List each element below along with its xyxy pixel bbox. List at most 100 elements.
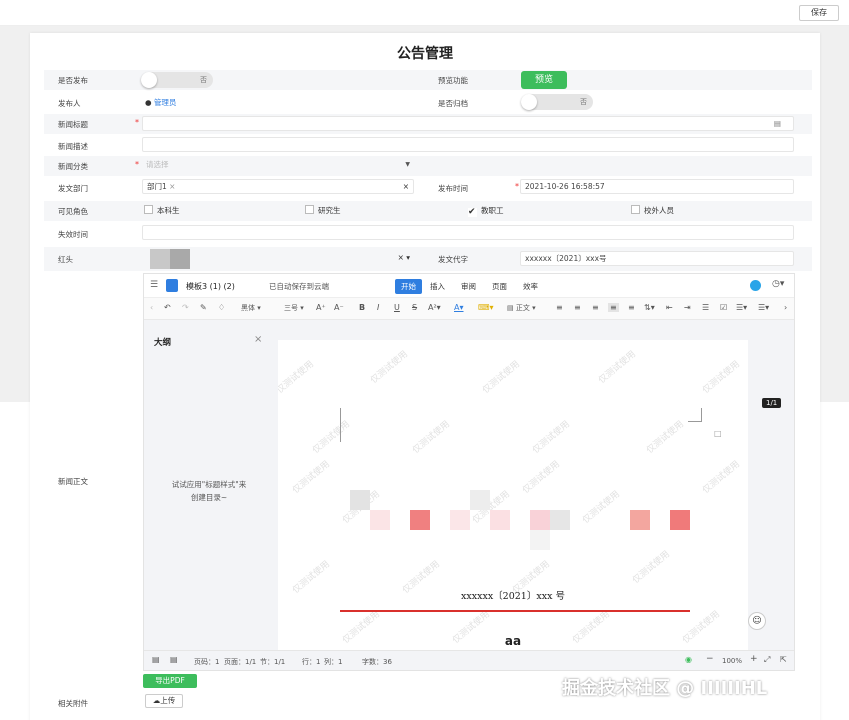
archive-toggle[interactable]: 否 [521,94,593,110]
superscript-icon[interactable]: A²▾ [428,303,441,312]
publish-label: 是否发布 [58,76,88,85]
font-grow-icon[interactable]: A⁺ [316,303,326,312]
scroll-right-icon[interactable]: › [784,303,787,312]
save-button[interactable]: 保存 [799,5,839,21]
assistant-avatar-icon[interactable]: ☺ [748,612,766,630]
news-title-input[interactable]: ▤ [142,116,794,131]
news-desc-label: 新闻描述 [58,142,88,151]
checkbox-box [631,205,640,214]
clear-chevron-icon[interactable]: × ▾ [398,251,410,264]
underline-icon[interactable]: U [394,303,400,312]
undo-icon[interactable]: ↶ [164,303,171,312]
tab-home[interactable]: 开始 [395,279,422,294]
publish-time-label: 发布时间 [438,184,468,193]
tab-efficiency[interactable]: 效率 [523,281,538,292]
department-select[interactable]: 部门1 × × [142,179,414,194]
align-center-icon[interactable]: ≡ [574,303,581,312]
align-right-icon[interactable]: ≡ [592,303,599,312]
numbered-list-icon[interactable]: ☰▾ [736,303,747,312]
role-checkbox-staff[interactable]: ✔ 教职工 [468,205,504,217]
strikethrough-icon[interactable]: S [412,303,417,312]
zoom-in-icon[interactable]: + [750,654,758,664]
zoom-out-icon[interactable]: − [706,654,714,664]
redo-icon[interactable]: ↷ [182,303,189,312]
checkbox-label: 教职工 [481,206,504,215]
tag-close-icon[interactable]: × [169,182,175,191]
publisher-value[interactable]: ● 管理员 [145,97,176,108]
page-view-icon[interactable]: ▤ [152,655,160,664]
checklist-icon[interactable]: ☑ [720,303,727,312]
collab-icon[interactable] [750,280,761,291]
checkbox-label: 本科生 [157,206,180,215]
publish-toggle[interactable]: 否 [141,72,213,88]
role-checkbox-external[interactable]: 校外人员 [631,205,674,216]
doc-code-input[interactable]: xxxxxx〔2021〕xxx号 [520,251,794,266]
tab-insert[interactable]: 插入 [430,281,445,292]
preview-button[interactable]: 预览 [521,71,567,89]
outline-hint-line: 试试应用"标题样式"来 [171,480,247,489]
publish-time-input[interactable]: 2021-10-26 16:58:57 [520,179,794,194]
bullet-list-icon[interactable]: ☰▾ [758,303,769,312]
toggle-knob [141,72,157,88]
red-header-thumbnail [150,249,190,269]
publisher-name: 管理员 [153,98,177,107]
news-desc-input[interactable] [142,137,794,152]
font-size-select[interactable]: 三号 ▾ [284,303,304,313]
web-view-icon[interactable]: ▤ [170,655,178,664]
watermark-text: 仅测试使用 [701,459,742,496]
format-painter-icon[interactable]: ✎ [200,303,207,312]
role-checkbox-undergrad[interactable]: 本科生 [144,205,180,216]
style-select[interactable]: ▤ 正文 ▾ [507,303,536,313]
font-shrink-icon[interactable]: A⁻ [334,303,344,312]
news-body-label: 新闻正文 [58,477,88,486]
list-icon[interactable]: ☰ [702,303,709,312]
close-icon[interactable]: × [254,334,262,345]
form-card: 公告管理 是否发布 否 预览功能 预览 发布人 ● 管理员 是否归档 否 新闻标… [30,33,820,720]
scroll-left-icon[interactable]: ‹ [150,303,153,312]
line-spacing-icon[interactable]: ⇅▾ [644,303,655,312]
align-justify-icon[interactable]: ≡ [608,303,619,312]
fit-page-icon[interactable]: ⤢ [764,655,770,665]
editor-header: ☰ 模板3 (1) (2) 已自动保存到云端 开始 插入 审阅 页面 效率 ◷▾ [144,274,794,298]
fullscreen-icon[interactable]: ⇱ [780,655,787,664]
document-page[interactable]: 仅测试使用 仅测试使用 仅测试使用 仅测试使用 仅测试使用 仅测试使用 仅测试使… [278,340,748,650]
indent-decrease-icon[interactable]: ⇤ [666,303,673,312]
document-editor[interactable]: ☰ 模板3 (1) (2) 已自动保存到云端 开始 插入 审阅 页面 效率 ◷▾… [143,273,795,671]
expire-time-input[interactable] [142,225,794,240]
tab-page[interactable]: 页面 [492,281,507,292]
tab-review[interactable]: 审阅 [461,281,476,292]
checkbox-box [144,205,153,214]
bold-icon[interactable]: B [359,303,365,312]
style-name: 正文 [515,304,530,312]
clear-icon[interactable]: × [403,180,409,193]
distribute-icon[interactable]: ≡ [628,303,635,312]
card-icon: ▤ [773,119,781,128]
outline-title: 大纲 [154,338,172,348]
editor-toolbar: ‹ ↶ ↷ ✎ ♢ 黑体 ▾ 三号 ▾ A⁺ A⁻ B I U S A²▾ A▾… [144,298,794,320]
watermark-text: 仅测试使用 [291,459,332,496]
menu-icon[interactable]: ☰ [150,280,158,290]
status-page-no: 页码：1 [194,658,220,666]
news-category-select[interactable]: 请选择 ▼ [142,158,414,173]
indent-increase-icon[interactable]: ⇥ [684,303,691,312]
highlight-icon[interactable]: ⌨▾ [478,303,494,312]
red-header-select[interactable]: × ▾ [210,251,414,266]
sync-icon[interactable]: ◉ [685,655,692,664]
italic-icon[interactable]: I [377,303,379,312]
export-pdf-button[interactable]: 导出PDF [143,674,197,688]
publisher-label: 发布人 [58,99,81,108]
upload-button[interactable]: ☁上传 [145,694,183,708]
doc-code-label: 发文代字 [438,255,468,264]
top-bar: 保存 [0,0,849,26]
site-watermark: 掘金技术社区 @ IIIIIIHL [562,678,768,699]
red-divider [340,610,690,612]
font-color-icon[interactable]: A▾ [454,303,464,312]
clear-format-icon[interactable]: ♢ [218,303,225,312]
history-icon[interactable]: ◷▾ [772,279,784,289]
document-title[interactable]: 模板3 (1) (2) [186,281,235,292]
news-category-label: 新闻分类 [58,162,88,171]
align-left-icon[interactable]: ≡ [556,303,563,312]
role-checkbox-grad[interactable]: 研究生 [305,205,341,216]
comment-icon[interactable]: □ [714,429,722,438]
font-family-select[interactable]: 黑体 ▾ [241,303,261,313]
